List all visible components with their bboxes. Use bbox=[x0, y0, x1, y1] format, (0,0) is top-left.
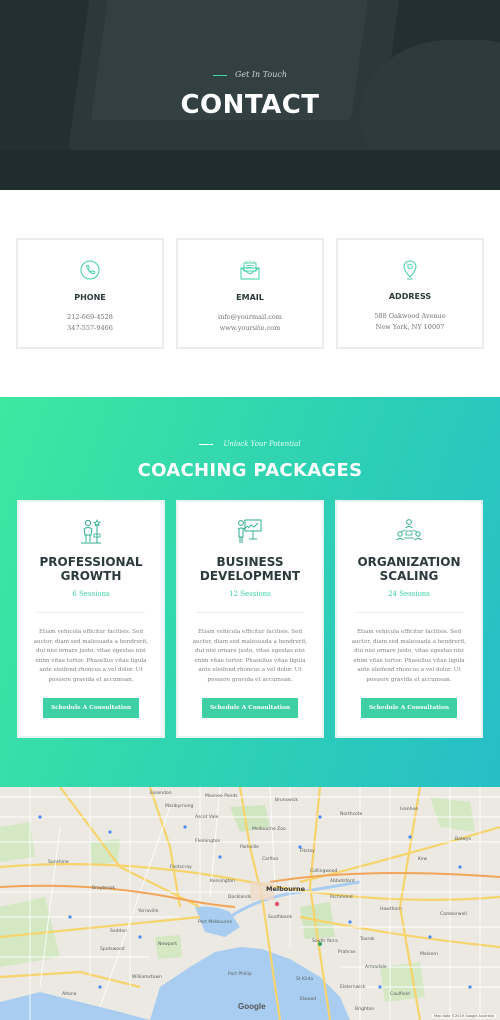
map-place-label: Parkville bbox=[240, 845, 259, 850]
map-place-label: Ascot Vale bbox=[195, 815, 219, 820]
map-place-label: St Kilda bbox=[296, 977, 314, 982]
location-pin-icon bbox=[338, 260, 482, 280]
contact-card-title: EMAIL bbox=[236, 293, 264, 302]
map-place-label: Malvern bbox=[420, 952, 438, 957]
email-link[interactable]: info@yourmail.com bbox=[178, 313, 322, 321]
map-place-label: Seddon bbox=[110, 929, 127, 934]
packages-title: COACHING PACKAGES bbox=[137, 460, 363, 481]
map-place-label: Elsternwick bbox=[340, 985, 366, 990]
map-place-label: Ivanhoe bbox=[400, 807, 418, 812]
map-place-label: Camberwell bbox=[440, 912, 467, 917]
map-place-label: Footscray bbox=[170, 865, 192, 870]
package-card-organization-scaling: ORGANIZATION SCALING 24 Sessions Etiam v… bbox=[335, 500, 483, 738]
map-place-label: Port Phillip bbox=[228, 972, 252, 977]
map-city-label: Melbourne bbox=[266, 885, 306, 893]
map-place-label: Maribyrnong bbox=[165, 804, 194, 809]
map-place-label: Braybrook bbox=[92, 886, 116, 891]
map-credit[interactable]: Map data ©2019 Google Australia bbox=[432, 1014, 496, 1018]
map-place-label: Fitzroy bbox=[300, 849, 315, 854]
presentation-icon bbox=[178, 517, 322, 545]
card-divider bbox=[196, 612, 304, 613]
contact-card-address: ADDRESS 588 Oakwood Avenue New York, NY … bbox=[336, 238, 484, 349]
address-line-2: New York, NY 10007 bbox=[375, 323, 445, 331]
schedule-consultation-button[interactable]: Schedule A Consultation bbox=[202, 698, 298, 718]
package-description: Etiam vehicula efficitur facilisis. Sed … bbox=[351, 629, 467, 683]
map-place-label: Williamstown bbox=[132, 975, 162, 980]
map-place-label: Collingwood bbox=[310, 869, 338, 874]
team-network-icon bbox=[337, 517, 481, 545]
contact-card-email: EMAIL info@yourmail.com www.yoursite.com bbox=[176, 238, 324, 349]
schedule-consultation-button[interactable]: Schedule A Consultation bbox=[361, 698, 457, 718]
map-place-label: Yarraville bbox=[138, 909, 159, 914]
map-place-label: Brighton bbox=[355, 1007, 375, 1012]
map-place-label: Balwyn bbox=[455, 837, 472, 842]
contact-card-phone: PHONE 212-669-4528 347-557-9466 bbox=[16, 238, 164, 349]
map-place-label: Carlton bbox=[262, 857, 279, 862]
page-title: CONTACT bbox=[180, 90, 320, 120]
map-place-label: Elwood bbox=[300, 997, 317, 1002]
tagline-line bbox=[212, 74, 227, 76]
map-place-label: Northcote bbox=[340, 812, 363, 817]
google-logo[interactable]: Google bbox=[238, 1002, 266, 1011]
address-line-1: 588 Oakwood Avenue bbox=[374, 312, 446, 320]
package-card-professional-growth: PROFESSIONAL GROWTH 6 Sessions Etiam veh… bbox=[17, 500, 165, 738]
hero-section: Get In Touch CONTACT bbox=[0, 0, 500, 190]
map-place-label: Richmond bbox=[330, 895, 353, 900]
map-place-label: Port Melbourne bbox=[198, 920, 233, 925]
map-place-label: Caulfield bbox=[390, 992, 410, 997]
map-place-label: Essendon bbox=[150, 791, 172, 796]
contact-card-title: ADDRESS bbox=[388, 292, 432, 301]
map-place-label: South Yarra bbox=[312, 939, 338, 944]
schedule-consultation-button[interactable]: Schedule A Consultation bbox=[43, 698, 139, 718]
hero-tagline-text: Get In Touch bbox=[234, 70, 288, 79]
map-place-label: Kew bbox=[418, 857, 428, 862]
contact-info-row: PHONE 212-669-4528 347-557-9466 EMAIL in… bbox=[16, 238, 484, 349]
package-cards: PROFESSIONAL GROWTH 6 Sessions Etiam veh… bbox=[17, 500, 483, 738]
map-place-label: Armadale bbox=[365, 965, 387, 970]
map-place-label: Flemington bbox=[195, 839, 221, 844]
contact-card-title: PHONE bbox=[74, 293, 106, 302]
map-place-label: Toorak bbox=[360, 937, 375, 942]
map-place-label: Moonee Ponds bbox=[205, 794, 238, 799]
phone-icon bbox=[18, 260, 162, 280]
map-place-label: Hawthorn bbox=[380, 907, 402, 912]
map-place-label: Melbourne Zoo bbox=[252, 827, 286, 832]
map-place-label: Southbank bbox=[268, 915, 293, 920]
website-link[interactable]: www.yoursite.com bbox=[178, 324, 322, 332]
map-place-label: Brunswick bbox=[275, 798, 298, 803]
map-canvas[interactable] bbox=[0, 787, 500, 1020]
hero-tagline: Get In Touch bbox=[0, 70, 500, 79]
packages-tagline-text: Unlock Your Potential bbox=[223, 440, 301, 448]
map-place-label: Docklands bbox=[228, 895, 252, 900]
map-place-label: Kensington bbox=[210, 879, 236, 884]
map-place-label: Altona bbox=[62, 992, 77, 997]
package-sessions: 12 Sessions bbox=[229, 590, 271, 598]
package-description: Etiam vehicula efficitur facilisis. Sed … bbox=[33, 629, 149, 683]
package-sessions: 6 Sessions bbox=[72, 590, 110, 598]
coaching-packages-section: Unlock Your Potential COACHING PACKAGES … bbox=[0, 397, 500, 787]
packages-tagline: Unlock Your Potential bbox=[0, 440, 500, 448]
email-icon bbox=[178, 260, 322, 280]
package-description: Etiam vehicula efficitur facilisis. Sed … bbox=[192, 629, 308, 683]
map-place-label: Abbotsford bbox=[330, 879, 355, 884]
card-divider bbox=[37, 612, 145, 613]
map-place-label: Prahran bbox=[338, 950, 356, 955]
package-title: ORGANIZATION SCALING bbox=[357, 555, 461, 583]
phone-number-1: 212-669-4528 bbox=[67, 313, 113, 321]
map-embed[interactable]: Melbourne Moonee Ponds Brunswick Maribyr… bbox=[0, 787, 500, 1020]
tagline-line bbox=[199, 443, 214, 445]
package-title: BUSINESS DEVELOPMENT bbox=[199, 555, 301, 583]
map-place-label: Newport bbox=[158, 942, 178, 947]
package-sessions: 24 Sessions bbox=[388, 590, 430, 598]
package-card-business-development: BUSINESS DEVELOPMENT 12 Sessions Etiam v… bbox=[176, 500, 324, 738]
phone-number-2: 347-557-9466 bbox=[67, 324, 113, 332]
person-goal-icon bbox=[19, 517, 163, 545]
card-divider bbox=[355, 612, 463, 613]
map-place-label: Spotswood bbox=[100, 947, 125, 952]
map-place-label: Sunshine bbox=[48, 860, 69, 865]
package-title: PROFESSIONAL GROWTH bbox=[39, 555, 143, 583]
page: Get In Touch CONTACT PHONE 212-669-4528 … bbox=[0, 0, 500, 1020]
